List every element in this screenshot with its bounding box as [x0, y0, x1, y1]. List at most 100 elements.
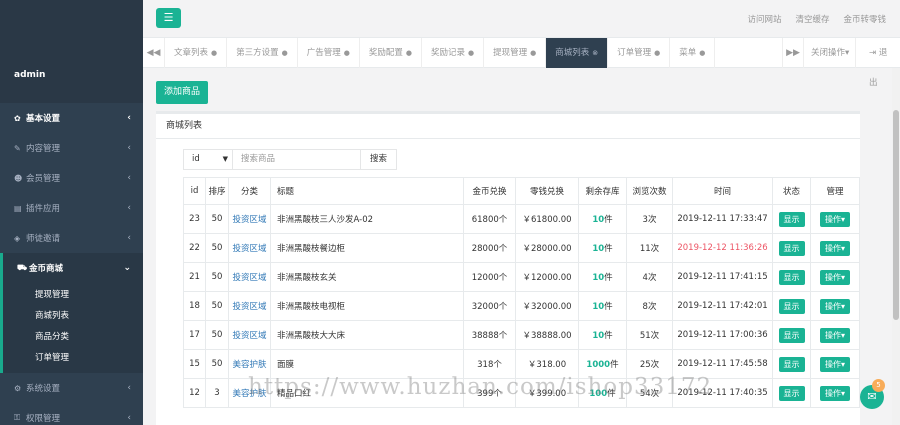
- cell-category-link[interactable]: 投资区域: [228, 320, 271, 350]
- gear-icon: ✿: [14, 113, 21, 123]
- cell-category-link[interactable]: 投资区域: [228, 262, 271, 292]
- tab-scroll-left-button[interactable]: ◀◀: [143, 38, 165, 68]
- table-row: 23 50 投资区域 非洲黑酸枝三人沙发A-02 61800个 ￥61800.00 10件 3…: [183, 204, 860, 234]
- sidebar-subitem-withdraw[interactable]: 提现管理: [3, 285, 143, 306]
- menu-toggle-button[interactable]: ☰: [156, 8, 181, 28]
- top-links: 访问网站 清空缓存 金币转零钱: [747, 13, 886, 25]
- profile-name[interactable]: admin: [0, 0, 143, 103]
- close-icon[interactable]: ●: [406, 49, 412, 57]
- close-icon[interactable]: ●: [282, 49, 288, 57]
- chevron-left-icon: ‹: [127, 143, 131, 153]
- col-stock: 剩余存库: [578, 177, 627, 205]
- visit-site-link[interactable]: 访问网站: [747, 13, 781, 25]
- sidebar-item-permissions[interactable]: ⚿ 权限管理 ‹: [0, 403, 143, 425]
- close-icon[interactable]: ⊗: [592, 49, 598, 57]
- tab-third-party[interactable]: 第三方设置 ●: [227, 38, 298, 68]
- sidebar-item-mall[interactable]: ⛟ 金币商城 ⌄: [0, 253, 143, 283]
- tab-menu[interactable]: 菜单 ●: [670, 38, 716, 68]
- operations-dropdown-button[interactable]: 操作▾: [819, 327, 850, 343]
- search-button[interactable]: 搜索: [361, 149, 397, 170]
- cell-coins: 28000个: [463, 233, 516, 263]
- tab-withdraw[interactable]: 提现管理 ●: [484, 38, 547, 68]
- chevron-left-icon: ‹: [127, 413, 131, 423]
- tab-reward-records[interactable]: 奖励记录 ●: [422, 38, 485, 68]
- cell-sort: 50: [205, 262, 229, 292]
- tab-reward-config[interactable]: 奖励配置 ●: [360, 38, 422, 68]
- status-badge[interactable]: 显示: [778, 240, 805, 256]
- cell-cash: ￥61800.00: [515, 204, 579, 234]
- operations-dropdown-button[interactable]: 操作▾: [819, 385, 850, 401]
- sidebar-subitem-mall-list[interactable]: 商城列表: [3, 306, 143, 327]
- status-badge[interactable]: 显示: [778, 298, 805, 314]
- search-input[interactable]: 搜索商品: [233, 149, 361, 170]
- stock-number: 10: [592, 302, 605, 312]
- cell-time: 2019-12-12 11:36:26: [672, 233, 773, 263]
- close-icon[interactable]: ●: [211, 49, 217, 57]
- col-status: 状态: [772, 177, 811, 205]
- close-icon[interactable]: ●: [530, 49, 536, 57]
- close-icon[interactable]: ●: [344, 49, 350, 57]
- search-field-select[interactable]: id ▼: [183, 149, 233, 170]
- sidebar-item-members[interactable]: ☻ 会员管理 ‹: [0, 163, 143, 193]
- table-row: 22 50 投资区域 非洲黑酸枝餐边柜 28000个 ￥28000.00 10件 11次 201…: [183, 233, 860, 263]
- table-row: 18 50 投资区域 非洲黑酸枝电视柜 32000个 ￥32000.00 10件 8次 2019…: [183, 291, 860, 321]
- operations-dropdown-button[interactable]: 操作▾: [819, 240, 850, 256]
- cell-title: 非洲黑酸枝电视柜: [270, 291, 464, 321]
- status-badge[interactable]: 显示: [778, 356, 805, 372]
- status-badge[interactable]: 显示: [778, 385, 805, 401]
- sidebar-item-invite[interactable]: ◈ 师徒邀请 ‹: [0, 223, 143, 253]
- sidebar-item-content[interactable]: ✎ 内容管理 ‹: [0, 133, 143, 163]
- clear-cache-link[interactable]: 清空缓存: [795, 13, 829, 25]
- status-badge[interactable]: 显示: [778, 211, 805, 227]
- operations-dropdown-button[interactable]: 操作▾: [819, 356, 850, 372]
- cell-id: 18: [183, 291, 206, 321]
- search-bar: id ▼ 搜索商品 搜索: [183, 149, 860, 170]
- coin-to-cash-link[interactable]: 金币转零钱: [843, 13, 886, 25]
- tabs: 文章列表 ● 第三方设置 ● 广告管理 ● 奖励配置 ● 奖励记录 ● 提现管理 ● 商城列…: [165, 38, 716, 68]
- cell-manage: 操作▾: [810, 291, 860, 321]
- cell-category-link[interactable]: 投资区域: [228, 291, 271, 321]
- stock-unit: 件: [604, 331, 613, 341]
- sidebar-subitem-orders[interactable]: 订单管理: [3, 348, 143, 369]
- col-title: 标题: [270, 177, 464, 205]
- cell-stock: 10件: [578, 204, 627, 234]
- tab-orders[interactable]: 订单管理 ●: [608, 38, 671, 68]
- sidebar-item-label: 基本设置: [26, 114, 61, 124]
- cell-title: 非洲黑酸枝大大床: [270, 320, 464, 350]
- add-product-button[interactable]: 添加商品: [156, 81, 209, 104]
- sidebar-item-label: 插件应用: [26, 204, 61, 214]
- scrollbar-thumb[interactable]: [893, 110, 899, 320]
- close-icon[interactable]: ●: [468, 49, 474, 57]
- cell-views: 3次: [626, 204, 673, 234]
- cell-category-link[interactable]: 投资区域: [228, 204, 271, 234]
- close-operations-dropdown[interactable]: 关闭操作▾: [805, 38, 857, 68]
- list-icon: ▤: [14, 203, 22, 213]
- cell-id: 17: [183, 320, 206, 350]
- status-badge[interactable]: 显示: [778, 269, 805, 285]
- table-header-row: id 排序 分类 标题 金币兑换 零钱兑换 剩余存库 浏览次数 时间 状态 管理: [183, 177, 860, 205]
- sidebar-item-system[interactable]: ⚙ 系统设置 ‹: [0, 373, 143, 403]
- chevron-left-icon: ‹: [127, 203, 131, 213]
- operations-dropdown-button[interactable]: 操作▾: [819, 211, 850, 227]
- tab-mall-list[interactable]: 商城列表 ⊗: [546, 38, 609, 68]
- close-icon[interactable]: ●: [699, 49, 705, 57]
- cell-category-link[interactable]: 投资区域: [228, 233, 271, 263]
- close-icon[interactable]: ●: [654, 49, 660, 57]
- sidebar-subitem-categories[interactable]: 商品分类: [3, 327, 143, 348]
- sidebar: admin ✿ 基本设置 ‹ ✎ 内容管理 ‹ ☻ 会员管理 ‹ ▤ 插件应用 …: [0, 0, 143, 425]
- col-time: 时间: [672, 177, 773, 205]
- operations-dropdown-button[interactable]: 操作▾: [819, 269, 850, 285]
- tab-ads[interactable]: 广告管理 ●: [298, 38, 360, 68]
- tab-article-list[interactable]: 文章列表 ●: [165, 38, 228, 68]
- sidebar-item-label: 权限管理: [26, 414, 61, 424]
- chat-badge: 5: [872, 379, 885, 392]
- status-badge[interactable]: 显示: [778, 327, 805, 343]
- sidebar-item-basic-settings[interactable]: ✿ 基本设置 ‹: [0, 103, 143, 133]
- panel-title: 商城列表: [156, 114, 860, 139]
- stock-number: 10: [592, 273, 605, 283]
- cell-status: 显示: [772, 233, 811, 263]
- operations-dropdown-button[interactable]: 操作▾: [819, 298, 850, 314]
- logout-button[interactable]: ⇥ 退出: [863, 38, 900, 88]
- sidebar-item-plugins[interactable]: ▤ 插件应用 ‹: [0, 193, 143, 223]
- tab-scroll-right-button[interactable]: ▶▶: [782, 38, 804, 68]
